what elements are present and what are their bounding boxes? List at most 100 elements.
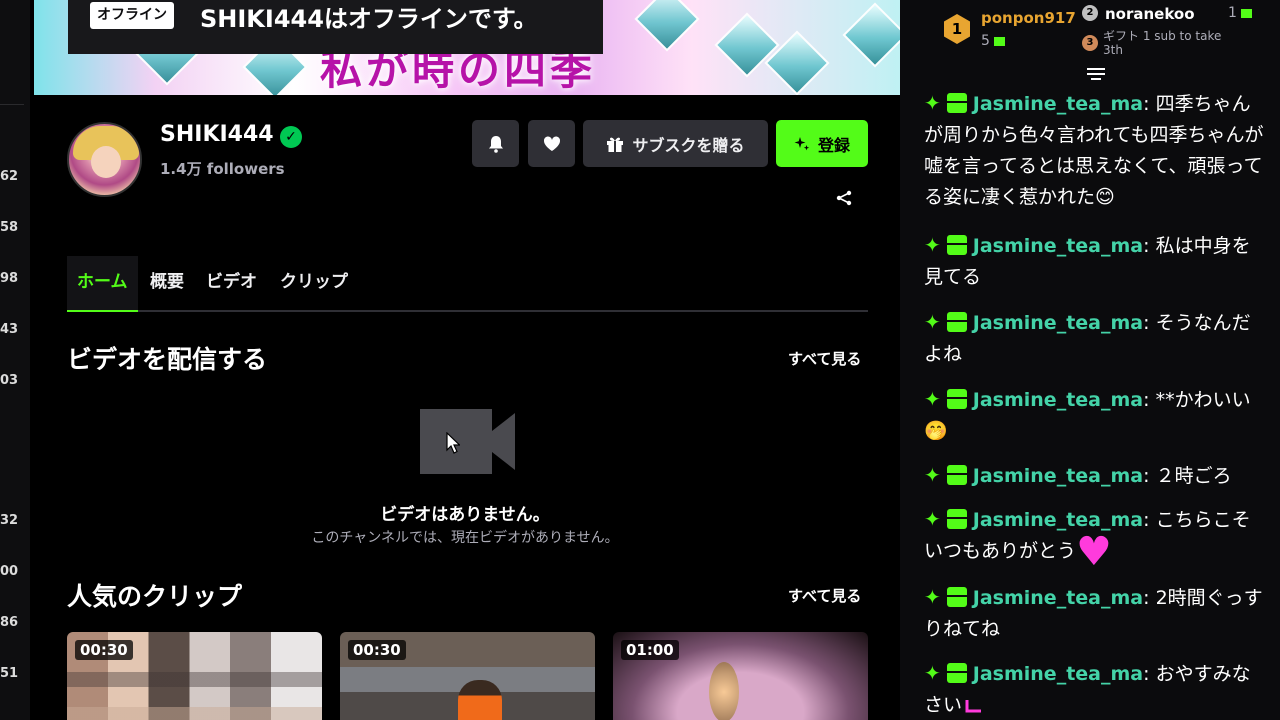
- viewer-count: 51: [0, 666, 19, 681]
- leaderboard-third-text: ギフト 1 sub to take 3th: [1103, 29, 1222, 57]
- sub-icon: [1240, 8, 1252, 18]
- viewer-count: 43: [0, 322, 19, 337]
- rank-badge-bronze: 3: [1082, 35, 1098, 51]
- gift-icon: [607, 137, 624, 152]
- chat-message: ✦ Jasmine_tea_ma: こちらこそ いつもありがとう♥: [924, 504, 1269, 575]
- viewer-count: 98: [0, 271, 19, 286]
- subscriber-badge-icon: [946, 465, 967, 485]
- chat-username[interactable]: Jasmine_tea_ma: [973, 235, 1143, 257]
- tab-about[interactable]: 概要: [150, 256, 184, 312]
- chat-text: ２時ごろ: [1155, 465, 1232, 487]
- chat-username[interactable]: Jasmine_tea_ma: [973, 587, 1143, 609]
- chat-username[interactable]: Jasmine_tea_ma: [973, 663, 1143, 685]
- video-camera-icon: [420, 409, 515, 474]
- subscriber-badge-icon: [946, 93, 967, 113]
- left-sidebar: 62 58 98 43 03 32 00 86 51: [0, 0, 30, 720]
- chat-username[interactable]: Jasmine_tea_ma: [973, 389, 1143, 411]
- chat-message: ✦ Jasmine_tea_ma: ２時ごろ: [924, 460, 1269, 492]
- avatar-face: [91, 146, 121, 178]
- clip-duration: 01:00: [621, 640, 679, 660]
- sparkle-badge-icon: ✦: [924, 507, 941, 531]
- sparkle-badge-icon: ✦: [924, 91, 941, 115]
- subscriber-badge-icon: [946, 312, 967, 332]
- chat-username[interactable]: Jasmine_tea_ma: [973, 312, 1143, 334]
- clips-section-title: 人気のクリップ: [67, 582, 243, 611]
- rank-badge-gold: 1: [944, 14, 970, 44]
- chat-username[interactable]: Jasmine_tea_ma: [973, 93, 1143, 115]
- sparkle-badge-icon: ✦: [924, 585, 941, 609]
- clips-see-all-link[interactable]: すべて見る: [788, 585, 861, 606]
- chat-panel: 1 ponpon917 5 2 noranekoo 1 3 ギフト 1 sub …: [900, 0, 1280, 720]
- bell-icon: [488, 135, 503, 153]
- channel-tabs: ホーム 概要 ビデオ クリップ: [67, 256, 868, 312]
- share-button[interactable]: [833, 190, 855, 212]
- clip-card[interactable]: 00:30: [67, 632, 322, 720]
- mouse-cursor-icon: [446, 432, 460, 454]
- emote-icon: [965, 700, 982, 713]
- viewer-count: 86: [0, 615, 19, 630]
- leaderboard-first-count: 5: [981, 33, 990, 49]
- sparkle-badge-icon: ✦: [924, 310, 941, 334]
- chat-message: ✦ Jasmine_tea_ma: おやすみなさい: [924, 658, 1269, 720]
- notification-button[interactable]: [472, 120, 519, 167]
- giggle-emoji-icon: 🤭: [924, 420, 948, 442]
- viewer-count: 62: [0, 169, 19, 184]
- no-videos-subtitle: このチャンネルでは、現在ビデオがありません。: [311, 530, 619, 546]
- leaderboard-first-name[interactable]: ponpon917: [981, 9, 1076, 27]
- offline-badge: オフライン: [90, 2, 174, 29]
- videos-see-all-link[interactable]: すべて見る: [788, 348, 861, 369]
- chat-username[interactable]: Jasmine_tea_ma: [973, 465, 1143, 487]
- subscriber-badge-icon: [946, 587, 967, 607]
- viewer-count: 00: [0, 564, 19, 579]
- sub-icon: [993, 36, 1005, 46]
- sparkle-badge-icon: ✦: [924, 463, 941, 487]
- clip-duration: 00:30: [348, 640, 406, 660]
- channel-avatar[interactable]: [67, 122, 142, 197]
- chat-message: ✦ Jasmine_tea_ma: そうなんだよね: [924, 307, 1269, 370]
- share-icon: [836, 190, 852, 206]
- sparkle-badge-icon: ✦: [924, 387, 941, 411]
- videos-section-title: ビデオを配信する: [67, 345, 268, 374]
- gift-leaderboard: 1 ponpon917 5 2 noranekoo 1 3 ギフト 1 sub …: [900, 0, 1280, 84]
- subscribe-label: 登録: [817, 135, 850, 155]
- chat-username[interactable]: Jasmine_tea_ma: [973, 509, 1143, 531]
- leaderboard-second-name[interactable]: noranekoo: [1105, 5, 1195, 23]
- subscriber-badge-icon: [946, 389, 967, 409]
- clip-duration: 00:30: [75, 640, 133, 660]
- sparkle-icon: [794, 136, 810, 150]
- viewer-count: 03: [0, 373, 19, 388]
- follower-count: 1.4万 followers: [160, 160, 285, 178]
- collapse-leaderboard-icon[interactable]: [1087, 68, 1105, 82]
- chat-message: ✦ Jasmine_tea_ma: **かわいい🤭: [924, 384, 1269, 447]
- offline-message: SHIKI444はオフラインです。: [200, 5, 538, 33]
- tab-home[interactable]: ホーム: [67, 256, 138, 312]
- chat-message: ✦ Jasmine_tea_ma: 2時間ぐっすりねてね: [924, 582, 1269, 645]
- clip-thumbnail-figure: [458, 680, 502, 720]
- sparkle-badge-icon: ✦: [924, 661, 941, 685]
- subscriber-badge-icon: [946, 663, 967, 683]
- viewer-count: 58: [0, 220, 19, 235]
- channel-name: SHIKI444: [160, 122, 274, 147]
- leaderboard-second-count: 1: [1228, 5, 1237, 21]
- smile-emoji-icon: 😊: [1095, 186, 1115, 208]
- sparkle-badge-icon: ✦: [924, 233, 941, 257]
- clip-thumbnail-light: [709, 662, 739, 720]
- chat-text: **かわいい: [1155, 389, 1251, 411]
- subscribe-button[interactable]: 登録: [776, 120, 868, 167]
- clip-card[interactable]: 01:00: [613, 632, 868, 720]
- tab-clips[interactable]: クリップ: [280, 256, 348, 312]
- heart-emote-icon: ♥: [1076, 529, 1112, 575]
- diamond-decoration: [842, 2, 900, 68]
- no-videos-title: ビデオはありません。: [380, 505, 550, 525]
- subscriber-badge-icon: [946, 509, 967, 529]
- gift-subscription-label: サブスクを贈る: [632, 135, 745, 155]
- clip-card[interactable]: 00:30: [340, 632, 595, 720]
- follow-button[interactable]: [528, 120, 575, 167]
- subscriber-badge-icon: [946, 235, 967, 255]
- diamond-decoration: [634, 0, 700, 52]
- check-icon: ✓: [280, 126, 302, 148]
- gift-subscription-button[interactable]: サブスクを贈る: [583, 120, 768, 167]
- sidebar-divider: [0, 104, 24, 105]
- rank-badge-silver: 2: [1082, 5, 1098, 21]
- tab-videos[interactable]: ビデオ: [206, 256, 257, 312]
